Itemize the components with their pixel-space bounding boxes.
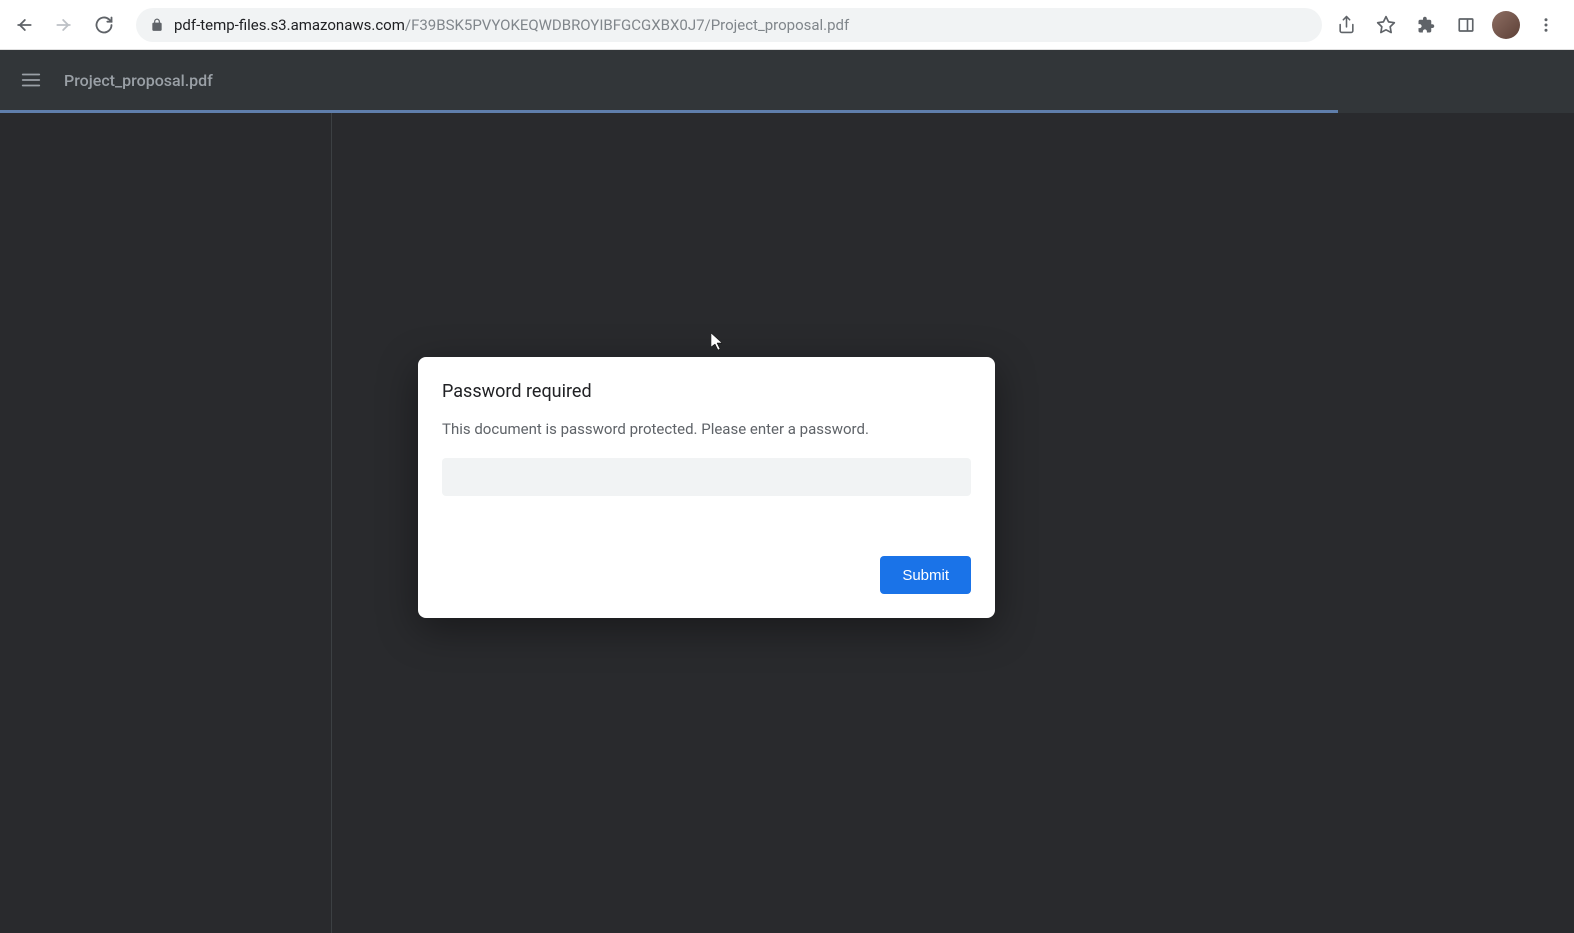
dialog-actions: Submit xyxy=(442,556,971,594)
sidepanel-button[interactable] xyxy=(1452,11,1480,39)
url-host: pdf-temp-files.s3.amazonaws.com xyxy=(174,16,405,34)
chrome-right-controls xyxy=(1332,11,1566,39)
pdf-sidebar xyxy=(0,113,332,933)
more-vertical-icon xyxy=(1537,16,1555,34)
url-path: /F39BSK5PVYOKEQWDBROYIBFGCGXBX0J7/Projec… xyxy=(405,16,849,34)
password-input[interactable] xyxy=(442,458,971,496)
pdf-content-area: Password required This document is passw… xyxy=(0,113,1574,933)
reload-icon xyxy=(94,15,114,35)
back-button[interactable] xyxy=(8,9,40,41)
dialog-title: Password required xyxy=(442,381,971,402)
hamburger-icon xyxy=(20,69,42,91)
puzzle-icon xyxy=(1417,16,1435,34)
pdf-filename: Project_proposal.pdf xyxy=(64,71,213,90)
share-icon xyxy=(1337,15,1356,34)
extensions-button[interactable] xyxy=(1412,11,1440,39)
profile-avatar[interactable] xyxy=(1492,11,1520,39)
nav-buttons xyxy=(8,9,120,41)
forward-button[interactable] xyxy=(48,9,80,41)
arrow-right-icon xyxy=(54,15,74,35)
browser-toolbar: pdf-temp-files.s3.amazonaws.com/F39BSK5P… xyxy=(0,0,1574,50)
bookmark-button[interactable] xyxy=(1372,11,1400,39)
menu-button[interactable] xyxy=(1532,11,1560,39)
panel-icon xyxy=(1457,16,1475,34)
pdf-viewer-header: Project_proposal.pdf xyxy=(0,50,1574,110)
pdf-menu-button[interactable] xyxy=(20,69,42,91)
star-icon xyxy=(1376,15,1396,35)
dialog-message: This document is password protected. Ple… xyxy=(442,420,971,438)
reload-button[interactable] xyxy=(88,9,120,41)
arrow-left-icon xyxy=(14,15,34,35)
address-bar[interactable]: pdf-temp-files.s3.amazonaws.com/F39BSK5P… xyxy=(136,8,1322,42)
share-button[interactable] xyxy=(1332,11,1360,39)
password-dialog: Password required This document is passw… xyxy=(418,357,995,618)
submit-button[interactable]: Submit xyxy=(880,556,971,594)
lock-icon xyxy=(150,18,164,32)
